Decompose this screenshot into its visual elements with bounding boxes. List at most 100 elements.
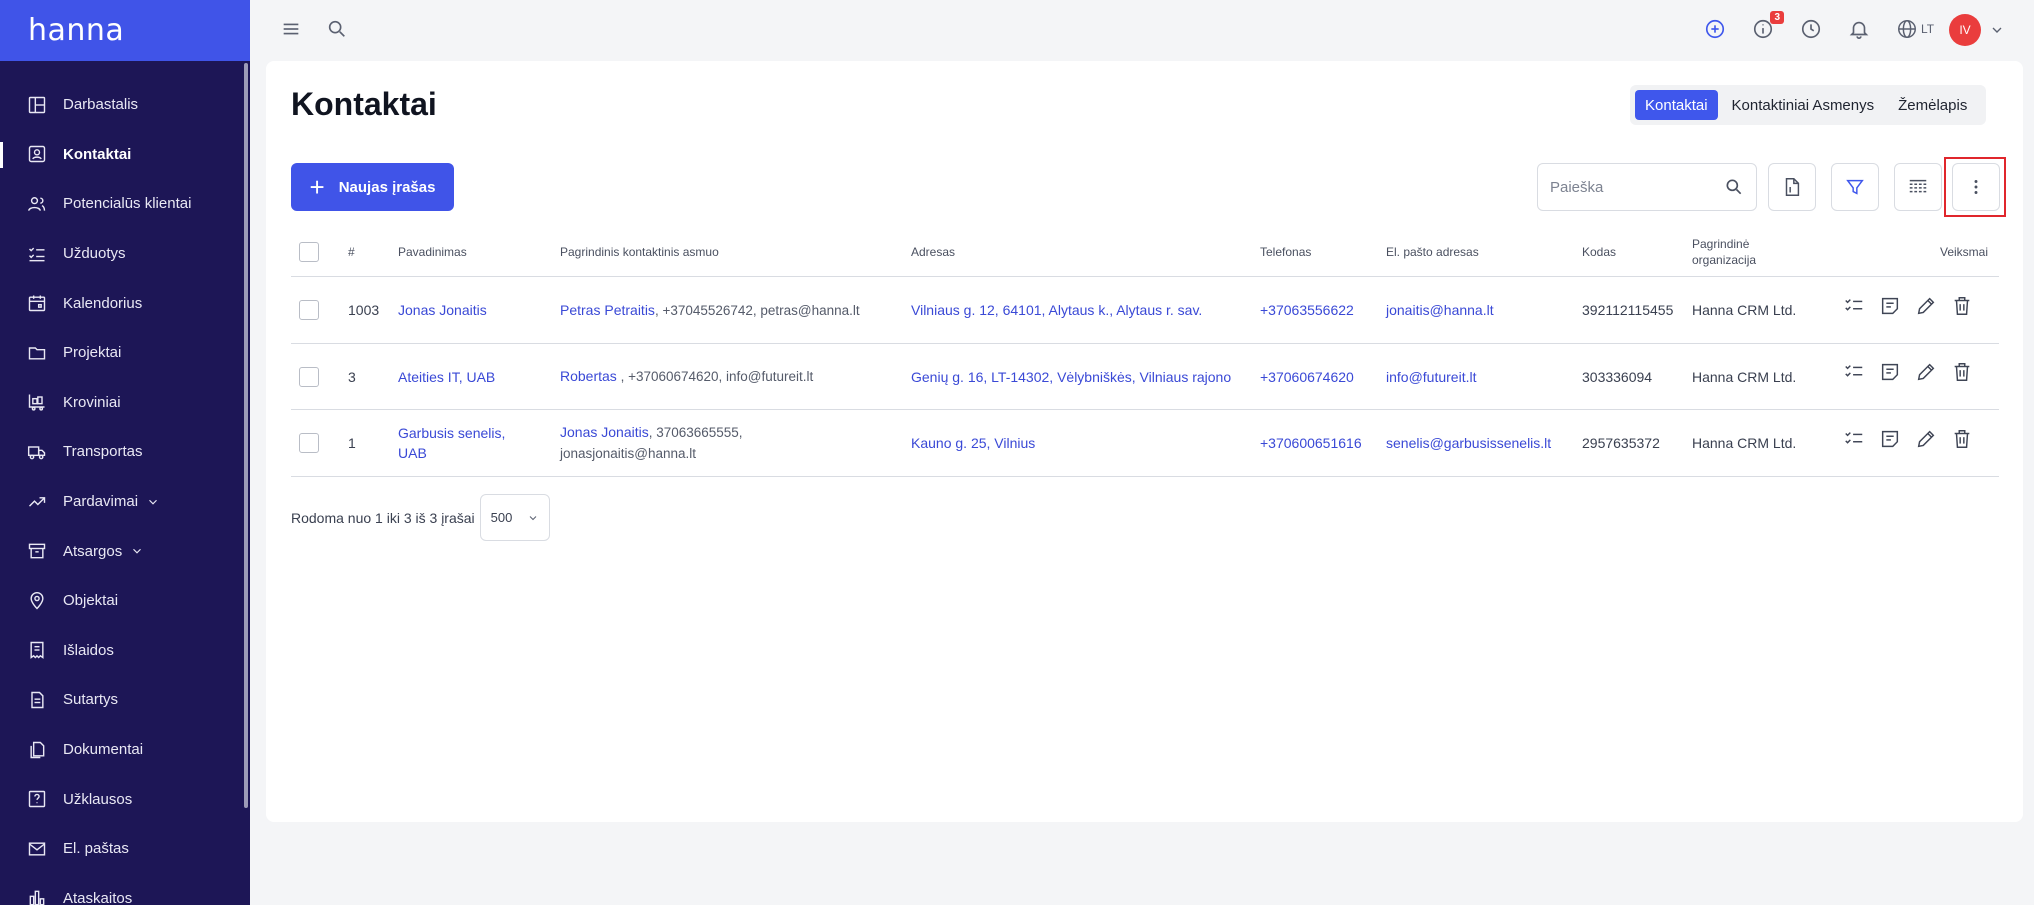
tab-kontaktiniai-asmenys[interactable]: Kontaktiniai Asmenys xyxy=(1722,90,1885,120)
checklist-icon xyxy=(26,243,48,265)
header-contact[interactable]: Pagrindinis kontaktinis asmuo xyxy=(560,227,719,277)
clock-icon[interactable] xyxy=(1798,16,1824,42)
edit-icon[interactable] xyxy=(1913,360,1938,385)
sidebar-item-label: Objektai xyxy=(63,592,119,610)
sidebar-item-atsargos[interactable]: Atsargos xyxy=(0,526,244,576)
row-name-link[interactable]: Jonas Jonaitis xyxy=(398,277,553,343)
header-email[interactable]: El. pašto adresas xyxy=(1386,227,1479,277)
search-input[interactable] xyxy=(1550,178,1720,196)
row-phone-link[interactable]: +37060674620 xyxy=(1260,344,1354,410)
sidebar-item-kontaktai[interactable]: Kontaktai xyxy=(0,130,244,180)
note-icon[interactable] xyxy=(1877,293,1902,318)
header-phone[interactable]: Telefonas xyxy=(1260,227,1311,277)
row-address-link[interactable]: Kauno g. 25, Vilnius xyxy=(911,410,1251,476)
row-phone-link[interactable]: +37063556622 xyxy=(1260,277,1354,343)
add-circle-icon[interactable] xyxy=(1702,16,1728,42)
sidebar-item-kalendorius[interactable]: Kalendorius xyxy=(0,278,244,328)
row-address-link[interactable]: Genių g. 16, LT-14302, Vėlybniškės, Viln… xyxy=(911,344,1251,410)
app-logo[interactable]: hanna xyxy=(28,13,124,48)
tab-zemelapis[interactable]: Žemėlapis xyxy=(1888,90,1977,120)
row-contact-link[interactable]: Jonas Jonaitis xyxy=(560,424,649,440)
calendar-icon xyxy=(26,292,48,314)
row-phone-link[interactable]: +370600651616 xyxy=(1260,410,1362,476)
new-record-button[interactable]: + Naujas įrašas xyxy=(291,163,454,211)
delete-icon[interactable] xyxy=(1949,293,1974,318)
sidebar-item-transportas[interactable]: Transportas xyxy=(0,427,244,477)
sidebar-item-uzklausos[interactable]: Užklausos xyxy=(0,774,244,824)
sidebar-item-potencialus-klientai[interactable]: Potencialūs klientai xyxy=(0,179,244,229)
edit-icon[interactable] xyxy=(1913,426,1938,451)
bell-icon[interactable] xyxy=(1846,16,1872,42)
row-email-link[interactable]: info@futureit.lt xyxy=(1386,344,1476,410)
note-icon[interactable] xyxy=(1877,426,1902,451)
table-row: 3 Ateities IT, UAB Robertas , +370606746… xyxy=(291,344,1999,411)
sidebar-nav: Darbastalis Kontaktai Potencialūs klient… xyxy=(0,80,244,905)
filter-button[interactable] xyxy=(1831,163,1879,211)
tab-kontaktai[interactable]: Kontaktai xyxy=(1635,90,1718,120)
header-code[interactable]: Kodas xyxy=(1582,227,1616,277)
language-selector[interactable]: LT xyxy=(1896,18,1934,40)
chevron-down-icon[interactable] xyxy=(146,495,160,509)
sidebar-item-kroviniai[interactable]: Kroviniai xyxy=(0,378,244,428)
sidebar-item-label: Užklausos xyxy=(63,790,133,808)
tasks-icon[interactable] xyxy=(1841,426,1866,451)
note-icon[interactable] xyxy=(1877,360,1902,385)
info-icon[interactable]: 3 xyxy=(1750,11,1784,42)
chevron-down-icon[interactable] xyxy=(130,544,144,558)
search-icon[interactable] xyxy=(1724,177,1744,197)
table-header: # Pavadinimas Pagrindinis kontaktinis as… xyxy=(291,227,1999,277)
delete-icon[interactable] xyxy=(1949,426,1974,451)
chevron-down-icon xyxy=(529,515,537,520)
select-all-checkbox[interactable] xyxy=(299,242,319,262)
header-name[interactable]: Pavadinimas xyxy=(398,227,467,277)
view-tabs: Kontaktai Kontaktiniai Asmenys Žemėlapis xyxy=(1630,85,1987,125)
columns-icon xyxy=(1909,179,1927,193)
sidebar-item-projektai[interactable]: Projektai xyxy=(0,328,244,378)
row-code: 2957635372 xyxy=(1582,435,1660,452)
archive-icon xyxy=(26,540,48,562)
tasks-icon[interactable] xyxy=(1841,360,1866,385)
row-contact-link[interactable]: Petras Petraitis xyxy=(560,302,655,318)
menu-icon[interactable] xyxy=(278,16,304,42)
row-address-link[interactable]: Vilniaus g. 12, 64101, Alytaus k., Alyta… xyxy=(911,277,1251,343)
row-email-link[interactable]: senelis@garbusissenelis.lt xyxy=(1386,410,1551,476)
sidebar-item-darbastalis[interactable]: Darbastalis xyxy=(0,80,244,130)
page-size-select[interactable]: 500 xyxy=(479,494,550,541)
row-contact-link[interactable]: Robertas xyxy=(560,368,617,384)
delete-icon[interactable] xyxy=(1949,360,1974,385)
row-org: Hanna CRM Ltd. xyxy=(1692,368,1797,385)
row-checkbox[interactable] xyxy=(299,366,319,387)
sidebar-item-dokumentai[interactable]: Dokumentai xyxy=(0,725,244,775)
notification-badge: 3 xyxy=(1770,11,1784,24)
sidebar-item-el-pastas[interactable]: El. paštas xyxy=(0,824,244,874)
tasks-icon[interactable] xyxy=(1841,293,1866,318)
sidebar-scrollbar[interactable] xyxy=(244,63,248,808)
row-checkbox[interactable] xyxy=(299,300,319,320)
avatar[interactable]: IV xyxy=(1949,14,1981,46)
sidebar-item-label: Užduotys xyxy=(63,245,126,263)
columns-button[interactable] xyxy=(1894,163,1942,211)
edit-icon[interactable] xyxy=(1913,293,1938,318)
sidebar-item-islaidos[interactable]: Išlaidos xyxy=(0,626,244,676)
sidebar-item-uzduotys[interactable]: Užduotys xyxy=(0,229,244,279)
export-button[interactable] xyxy=(1768,163,1816,211)
search-icon[interactable] xyxy=(324,16,350,42)
main-card: Kontaktai Kontaktai Kontaktiniai Asmenys… xyxy=(266,61,2023,822)
sidebar-item-label: Transportas xyxy=(63,443,143,461)
sidebar-item-sutartys[interactable]: Sutartys xyxy=(0,675,244,725)
row-actions xyxy=(1841,426,1974,451)
row-name-link[interactable]: Ateities IT, UAB xyxy=(398,344,553,410)
header-org[interactable]: Pagrindinė organizacija xyxy=(1692,227,1782,277)
row-checkbox[interactable] xyxy=(299,433,319,454)
row-email-link[interactable]: jonaitis@hanna.lt xyxy=(1386,277,1494,343)
sidebar-item-label: Pardavimai xyxy=(63,493,139,511)
sidebar-item-ataskaitos[interactable]: Ataskaitos xyxy=(0,874,244,905)
header-address[interactable]: Adresas xyxy=(911,227,955,277)
users-icon xyxy=(26,193,48,215)
row-name-link[interactable]: Garbusis senelis, UAB xyxy=(398,410,538,476)
language-code: LT xyxy=(1921,22,1935,36)
sidebar-item-objektai[interactable]: Objektai xyxy=(0,576,244,626)
sidebar-item-pardavimai[interactable]: Pardavimai xyxy=(0,477,244,527)
chevron-down-icon[interactable] xyxy=(1989,22,2005,38)
folder-icon xyxy=(26,342,48,364)
